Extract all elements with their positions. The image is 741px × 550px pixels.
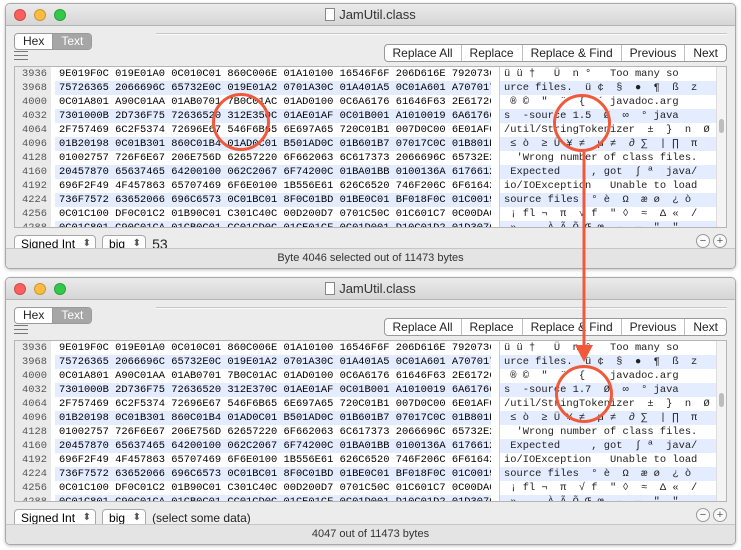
- annotation-arrow: [575, 152, 593, 362]
- arrow-head: [575, 345, 593, 362]
